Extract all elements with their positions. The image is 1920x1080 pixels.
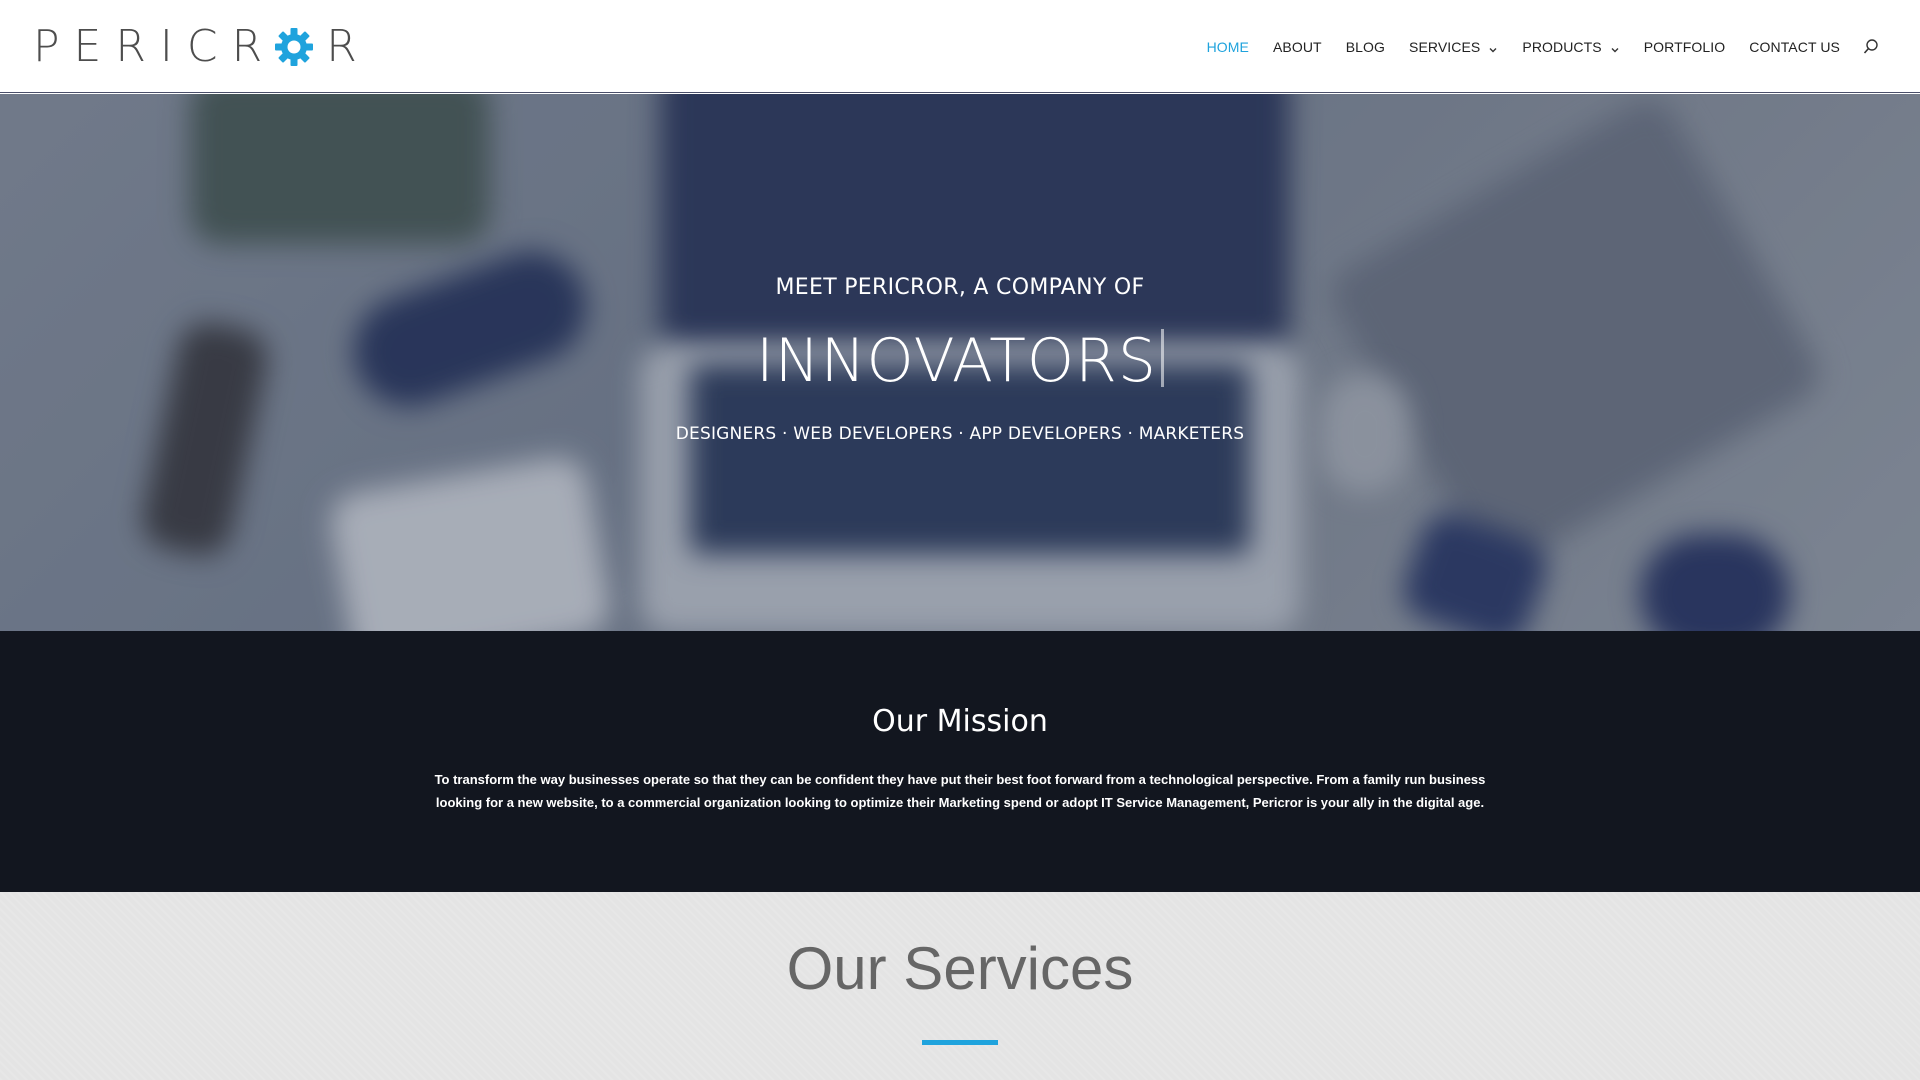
services-heading: Our Services [786, 935, 1134, 1002]
nav-item-label: SERVICES [1409, 39, 1481, 55]
hero-section: MEET PERICROR, A COMPANY OF INNOVATORS D… [0, 94, 1920, 631]
chevron-down-icon [1488, 42, 1498, 53]
nav-item-home[interactable]: HOME [1207, 39, 1249, 55]
hero-subtitle: MEET PERICROR, A COMPANY OF [775, 275, 1145, 300]
nav-item-about[interactable]: ABOUT [1273, 39, 1322, 55]
nav-item-products[interactable]: PRODUCTS [1522, 39, 1619, 55]
mission-body: To transform the way businesses operate … [434, 772, 1486, 810]
site-logo[interactable]: PERICR R [33, 21, 371, 72]
nav-item-portfolio[interactable]: PORTFOLIO [1644, 39, 1726, 55]
mission-section: Our Mission To transform the way busines… [0, 631, 1920, 892]
hero-tagline: DESIGNERS · WEB DEVELOPERS · APP DEVELOP… [675, 424, 1245, 444]
main-nav: HOME ABOUT BLOG SERVICES PRODUCTS PORTFO… [1183, 36, 1880, 58]
services-section: Our Services [0, 892, 1920, 1080]
nav-item-label: BLOG [1345, 39, 1386, 55]
nav-item-blog[interactable]: BLOG [1346, 39, 1385, 55]
site-header: PERICR R HOME ABOUT BLOG SERVICES PRODUC… [0, 0, 1920, 93]
nav-item-services[interactable]: SERVICES [1409, 39, 1498, 55]
nav-item-label: ABOUT [1272, 39, 1322, 55]
nav-item-label: CONTACT US [1749, 39, 1840, 55]
nav-item-label: PRODUCTS [1522, 39, 1602, 55]
hero-title-text: INNOVATORS [756, 326, 1157, 396]
mission-heading: Our Mission [872, 704, 1048, 739]
services-divider [922, 1040, 998, 1045]
logo-text-left: PERICR [33, 20, 277, 72]
nav-item-label: PORTFOLIO [1643, 39, 1726, 55]
typing-caret [1160, 329, 1164, 387]
gear-icon [274, 25, 314, 69]
hero-title: INNOVATORS [0, 326, 1920, 396]
logo-text-right: R [326, 20, 371, 72]
chevron-down-icon [1610, 42, 1620, 53]
nav-item-contact-us[interactable]: CONTACT US [1749, 39, 1840, 55]
nav-item-label: HOME [1206, 39, 1249, 55]
search-icon[interactable] [1862, 38, 1880, 56]
